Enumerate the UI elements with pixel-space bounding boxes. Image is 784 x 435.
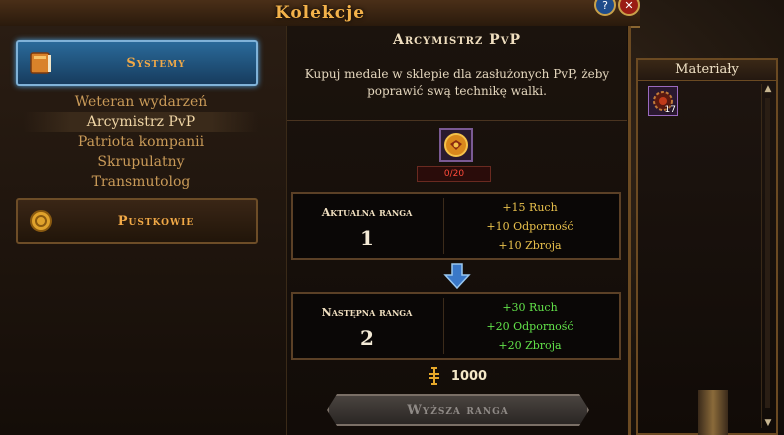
- bonus-item: +20 Zbroja: [498, 339, 562, 352]
- current-rank-bonuses: +15 Ruch +10 Odporność +10 Zbroja: [445, 198, 615, 255]
- materials-scrollbar[interactable]: ▲ ▼: [761, 84, 774, 428]
- subcategory-item[interactable]: Weteran wydarzeń: [24, 92, 258, 112]
- materials-panel: Materiały 17 ▲ ▼: [636, 58, 778, 435]
- subcategory-list: Weteran wydarzeń Arcymistrz PvP Patriota…: [24, 92, 258, 192]
- scroll-up-icon[interactable]: ▲: [763, 84, 773, 94]
- bonus-item: +30 Ruch: [502, 301, 558, 314]
- coin-icon: [26, 206, 56, 236]
- current-rank-number: 1: [360, 226, 374, 250]
- material-slot[interactable]: 17: [648, 86, 678, 116]
- book-icon: [26, 48, 56, 78]
- subcategory-item[interactable]: Patriota kompanii: [24, 132, 258, 152]
- subcategory-item-selected[interactable]: Arcymistrz PvP: [24, 112, 258, 132]
- achievement-progress: 0/20: [417, 166, 491, 182]
- scroll-thumb[interactable]: [765, 98, 770, 408]
- medal-icon[interactable]: [439, 128, 473, 162]
- bonus-item: +10 Odporność: [486, 220, 574, 233]
- scroll-down-icon[interactable]: ▼: [763, 418, 773, 428]
- current-rank-label: Aktualna ranga: [321, 206, 413, 219]
- window-title: Kolekcje: [274, 3, 366, 23]
- bonus-item: +15 Ruch: [502, 201, 558, 214]
- arrow-down-icon: [443, 263, 471, 290]
- subcategory-item[interactable]: Skrupulatny: [24, 152, 258, 172]
- divider: [443, 298, 444, 354]
- rankup-cost: 1000: [397, 366, 517, 386]
- category-panel: Systemy Weteran wydarzeń Arcymistrz PvP …: [0, 26, 286, 435]
- achievement-title: Arcymistrz PvP: [393, 32, 521, 48]
- divider: [443, 198, 444, 254]
- achievement-detail-panel: Arcymistrz PvP Kupuj medale w sklepie dl…: [286, 26, 627, 435]
- materials-title: Materiały: [638, 60, 776, 81]
- category-label: Systemy: [126, 55, 186, 71]
- next-rank-label: Następna ranga: [321, 306, 413, 319]
- cost-value: 1000: [450, 368, 488, 384]
- window-titlebar: Kolekcje: [0, 0, 640, 28]
- bonus-item: +20 Odporność: [486, 320, 574, 333]
- category-systemy-button[interactable]: Systemy: [16, 40, 258, 86]
- subcategory-item[interactable]: Transmutolog: [24, 172, 258, 192]
- background-decoration: [698, 390, 728, 435]
- help-icon: ?: [602, 0, 608, 12]
- next-rank-bonuses: +30 Ruch +20 Odporność +20 Zbroja: [445, 298, 615, 355]
- close-icon: ✕: [624, 0, 634, 12]
- collections-window: Systemy Weteran wydarzeń Arcymistrz PvP …: [0, 26, 631, 435]
- next-rank-number: 2: [360, 326, 374, 350]
- rankup-button[interactable]: Wyższa ranga: [327, 394, 589, 426]
- current-rank-box: Aktualna ranga 1 +15 Ruch +10 Odporność …: [291, 192, 621, 260]
- currency-icon: [428, 367, 439, 385]
- category-pustkowie-button[interactable]: Pustkowie: [16, 198, 258, 244]
- bonus-item: +10 Zbroja: [498, 239, 562, 252]
- divider: [287, 120, 627, 121]
- rankup-button-label: Wyższa ranga: [407, 402, 509, 418]
- category-label: Pustkowie: [117, 213, 195, 229]
- material-count: 17: [664, 105, 676, 115]
- next-rank-box: Następna ranga 2 +30 Ruch +20 Odporność …: [291, 292, 621, 360]
- achievement-description: Kupuj medale w sklepie dla zasłużonych P…: [304, 67, 610, 98]
